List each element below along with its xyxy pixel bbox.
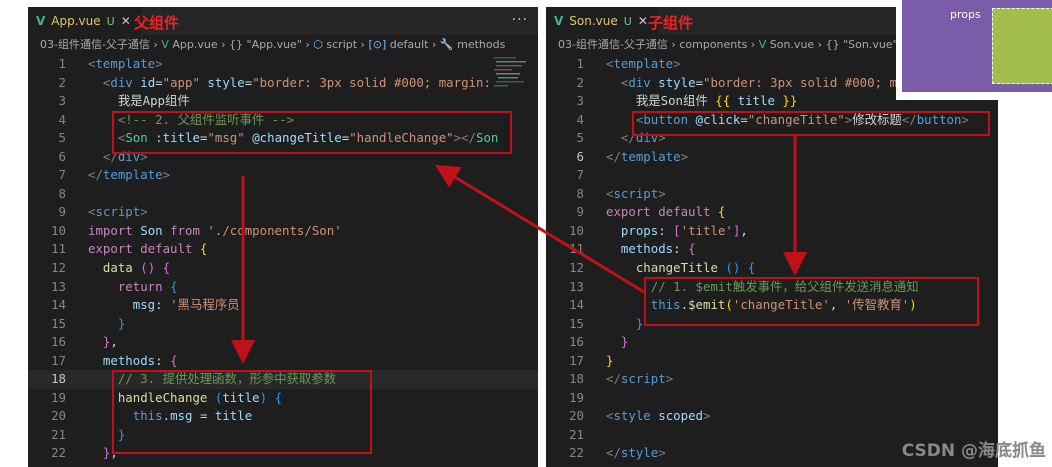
flow-arrows xyxy=(231,134,807,364)
watermark: CSDN @海底抓鱼 xyxy=(901,441,1046,461)
arrow-emit-to-parent xyxy=(434,164,645,294)
